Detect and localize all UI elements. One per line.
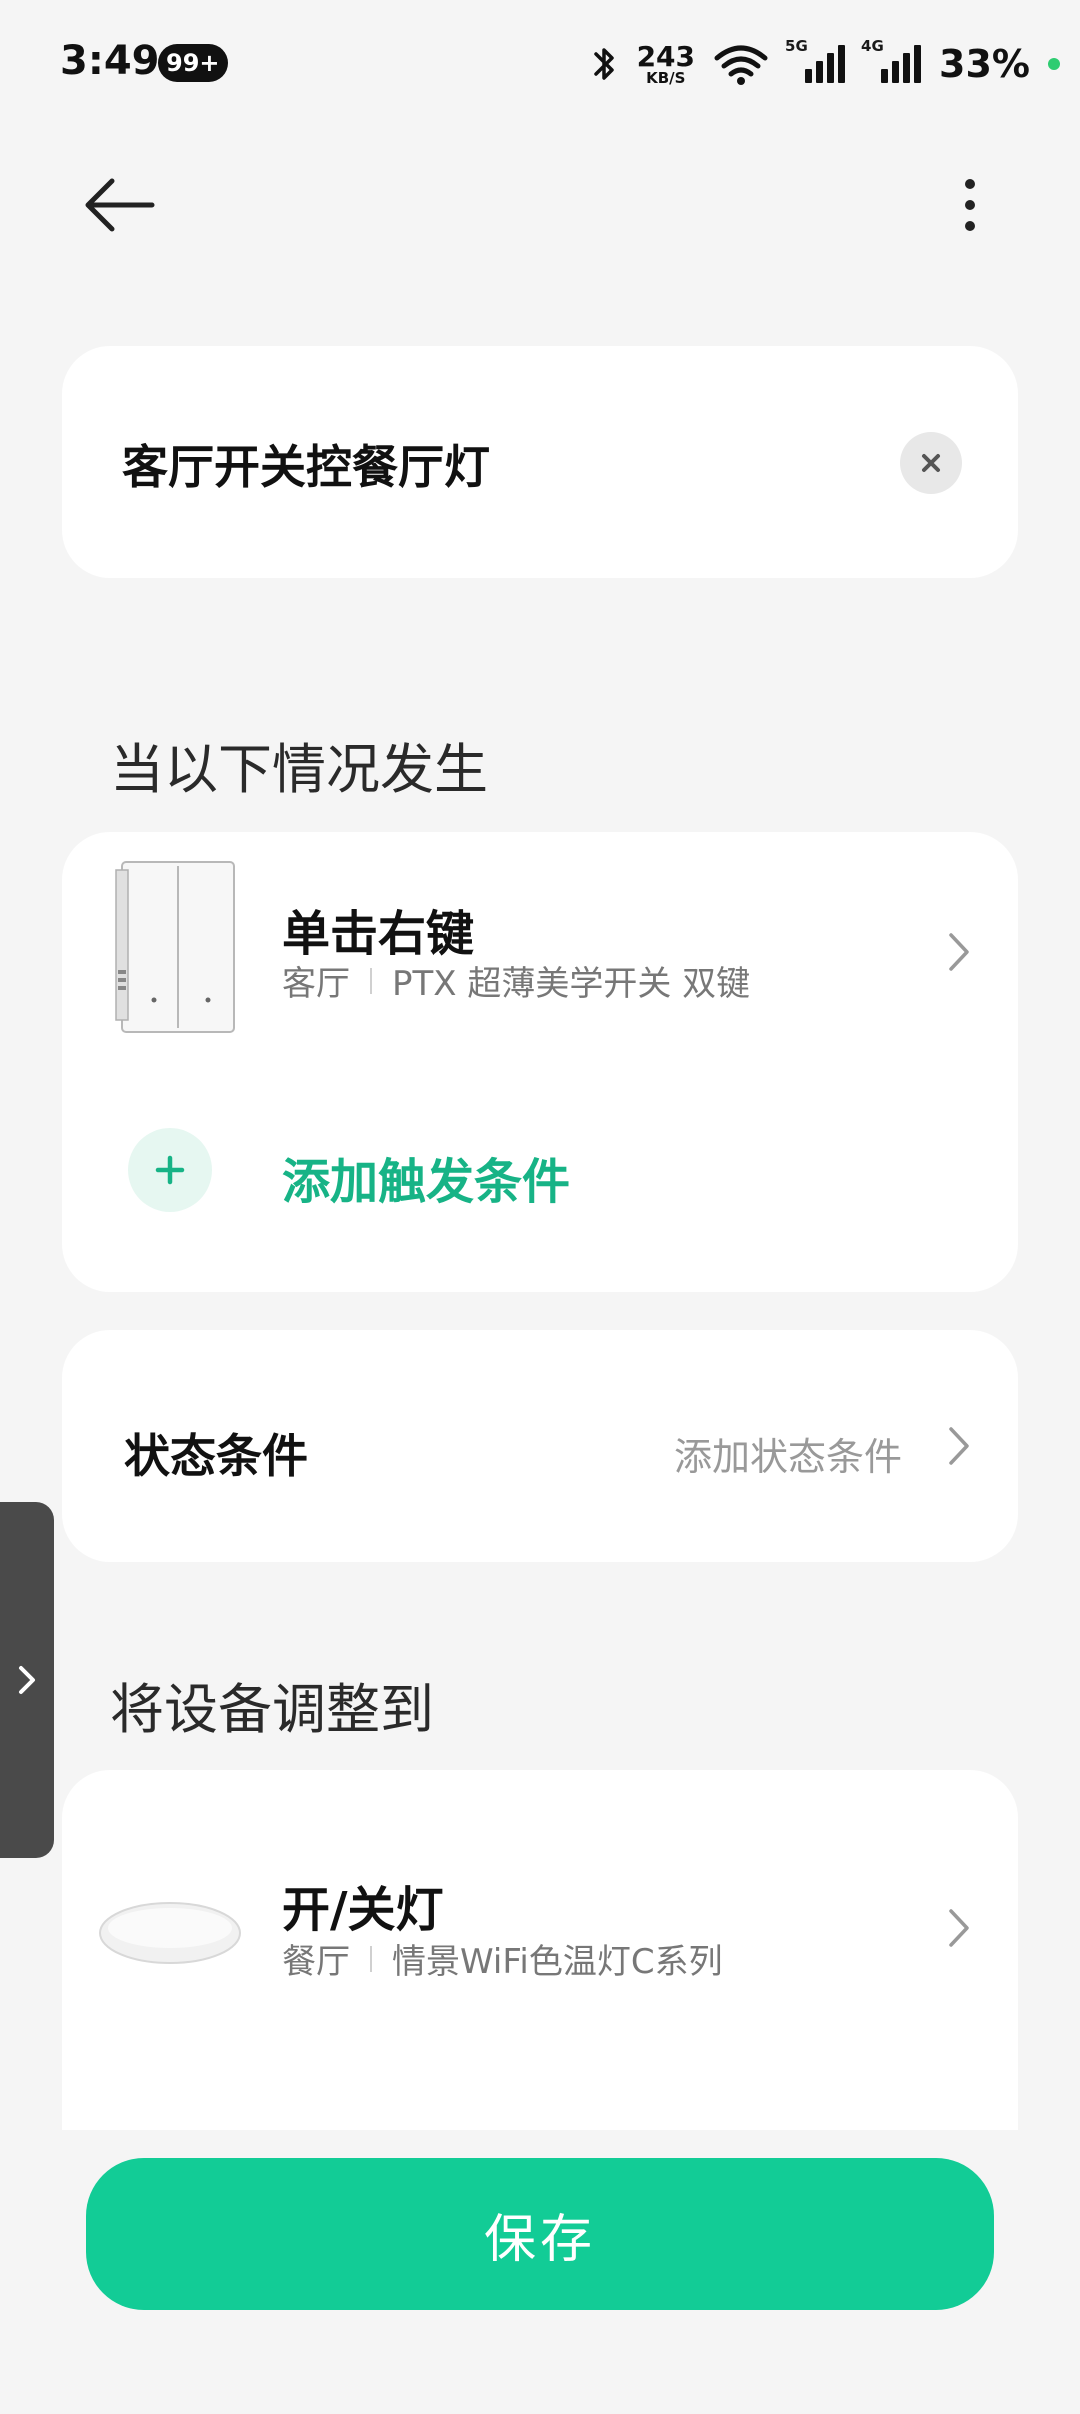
signal-4g-label: 4G	[861, 37, 884, 55]
trigger-device: PTX 超薄美学开关 双键	[392, 964, 751, 1004]
more-options-button[interactable]	[940, 170, 1000, 240]
trigger-card: 单击右键 客厅 PTX 超薄美学开关 双键 添加触发条件	[62, 832, 1018, 1292]
privacy-indicator-dot	[1048, 58, 1060, 70]
chevron-right-icon	[949, 933, 969, 971]
action-room: 餐厅	[282, 1942, 350, 1982]
automation-name-field[interactable]: 客厅开关控餐厅灯	[122, 431, 490, 497]
back-arrow-icon	[85, 178, 155, 232]
clear-name-button[interactable]	[900, 432, 962, 494]
ceiling-light-image	[99, 1902, 241, 1964]
more-vertical-icon	[965, 179, 975, 231]
trigger-room: 客厅	[282, 964, 350, 1004]
notification-badge: 99+	[158, 44, 228, 82]
action-device: 情景WiFi色温灯C系列	[392, 1942, 723, 1982]
trigger-title: 单击右键	[282, 906, 475, 962]
plus-icon	[155, 1155, 185, 1185]
net-speed: 243 KB/S	[636, 39, 696, 87]
battery-level: 33%	[939, 42, 1030, 86]
trigger-subtitle: 客厅 PTX 超薄美学开关 双键	[282, 956, 750, 1005]
signal-5g-label: 5G	[785, 37, 808, 55]
action-card: 开/关灯 餐厅 情景WiFi色温灯C系列	[62, 1770, 1018, 2130]
add-trigger-button[interactable]	[128, 1128, 212, 1212]
status-time: 3:49	[60, 38, 160, 84]
back-button[interactable]	[80, 170, 160, 240]
trigger-item[interactable]: 单击右键 客厅 PTX 超薄美学开关 双键	[62, 832, 1018, 1072]
add-trigger-label[interactable]: 添加触发条件	[282, 1142, 570, 1212]
chevron-right-icon	[19, 1666, 35, 1694]
chevron-right-icon	[949, 1427, 969, 1465]
wall-switch-image	[115, 861, 235, 1033]
bluetooth-icon	[593, 48, 614, 80]
status-bar: 3:49 99+ 243 KB/S 5G 4G 33%	[0, 0, 1080, 130]
wifi-icon	[714, 45, 768, 85]
automation-name-card[interactable]: 客厅开关控餐厅灯	[62, 346, 1018, 578]
action-item[interactable]: 开/关灯 餐厅 情景WiFi色温灯C系列	[62, 1810, 1018, 2070]
net-speed-unit: KB/S	[646, 68, 686, 87]
state-condition-card[interactable]: 状态条件 添加状态条件	[62, 1330, 1018, 1562]
save-button[interactable]: 保存	[86, 2158, 994, 2310]
status-icons: 243 KB/S 5G 4G 33%	[589, 36, 1060, 92]
divider	[370, 967, 372, 994]
signal-5g-icon: 5G	[785, 37, 846, 83]
trigger-section-heading: 当以下情况发生	[110, 738, 488, 801]
net-speed-value: 243	[636, 39, 696, 73]
chevron-right-icon	[949, 1909, 969, 1947]
add-state-condition-link[interactable]: 添加状态条件	[674, 1426, 902, 1481]
close-icon	[922, 454, 940, 472]
signal-4g-icon: 4G	[861, 37, 922, 83]
action-title: 开/关灯	[282, 1882, 444, 1938]
action-section-heading: 将设备调整到	[110, 1678, 434, 1741]
state-condition-title: 状态条件	[124, 1429, 308, 1483]
action-subtitle: 餐厅 情景WiFi色温灯C系列	[282, 1934, 723, 1983]
divider	[370, 1945, 372, 1972]
side-panel-handle[interactable]	[0, 1502, 54, 1858]
